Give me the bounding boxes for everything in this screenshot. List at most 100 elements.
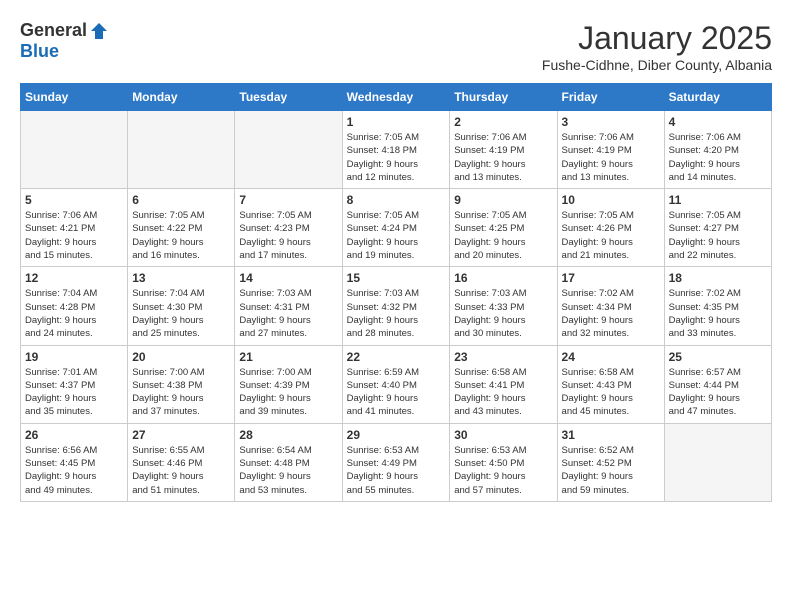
page-header: General Blue January 2025 Fushe-Cidhne, … <box>20 20 772 73</box>
day-info: Sunrise: 7:04 AM Sunset: 4:30 PM Dayligh… <box>132 287 230 340</box>
calendar-table: SundayMondayTuesdayWednesdayThursdayFrid… <box>20 83 772 502</box>
calendar-cell: 7Sunrise: 7:05 AM Sunset: 4:23 PM Daylig… <box>235 189 342 267</box>
calendar-cell: 15 Sunrise: 7:03 AM Sunset: 4:32 PM Dayli… <box>342 267 450 345</box>
day-info: Sunrise: 7:02 AM Sunset: 4:35 PM Dayligh… <box>669 287 767 340</box>
logo: General Blue <box>20 20 109 62</box>
day-info: Sunrise: 7:03 AM Sunset: 4:31 PM Dayligh… <box>239 287 337 340</box>
calendar-cell: 18Sunrise: 7:02 AM Sunset: 4:35 PM Dayli… <box>664 267 771 345</box>
day-info: Sunrise: 6:57 AM Sunset: 4:44 PM Dayligh… <box>669 366 767 419</box>
month-title: January 2025 <box>542 20 772 57</box>
day-info: Sunrise: 7:05 AM Sunset: 4:26 PM Dayligh… <box>562 209 660 262</box>
calendar-cell: 9 Sunrise: 7:05 AM Sunset: 4:25 PM Daylig… <box>450 189 557 267</box>
calendar-cell: 27 Sunrise: 6:55 AM Sunset: 4:46 PM Dayli… <box>128 423 235 501</box>
weekday-header-saturday: Saturday <box>664 84 771 111</box>
calendar-cell: 21 Sunrise: 7:00 AM Sunset: 4:39 PM Dayli… <box>235 345 342 423</box>
calendar-cell: 28 Sunrise: 6:54 AM Sunset: 4:48 PM Dayli… <box>235 423 342 501</box>
day-number: 9 <box>454 193 552 207</box>
week-row-4: 19 Sunrise: 7:01 AM Sunset: 4:37 PM Dayli… <box>21 345 772 423</box>
day-number: 31 <box>562 428 660 442</box>
day-info: Sunrise: 7:06 AM Sunset: 4:20 PM Dayligh… <box>669 131 767 184</box>
day-number: 6 <box>132 193 230 207</box>
day-number: 2 <box>454 115 552 129</box>
calendar-cell: 26 Sunrise: 6:56 AM Sunset: 4:45 PM Dayli… <box>21 423 128 501</box>
day-number: 4 <box>669 115 767 129</box>
day-info: Sunrise: 6:53 AM Sunset: 4:49 PM Dayligh… <box>347 444 446 497</box>
week-row-2: 5Sunrise: 7:06 AM Sunset: 4:21 PM Daylig… <box>21 189 772 267</box>
day-number: 16 <box>454 271 552 285</box>
calendar-cell: 24Sunrise: 6:58 AM Sunset: 4:43 PM Dayli… <box>557 345 664 423</box>
day-number: 29 <box>347 428 446 442</box>
calendar-cell: 3 Sunrise: 7:06 AM Sunset: 4:19 PM Daylig… <box>557 111 664 189</box>
day-info: Sunrise: 7:05 AM Sunset: 4:18 PM Dayligh… <box>347 131 446 184</box>
day-info: Sunrise: 7:05 AM Sunset: 4:25 PM Dayligh… <box>454 209 552 262</box>
title-area: January 2025 Fushe-Cidhne, Diber County,… <box>542 20 772 73</box>
day-info: Sunrise: 6:56 AM Sunset: 4:45 PM Dayligh… <box>25 444 123 497</box>
day-info: Sunrise: 7:06 AM Sunset: 4:21 PM Dayligh… <box>25 209 123 262</box>
day-number: 13 <box>132 271 230 285</box>
day-number: 27 <box>132 428 230 442</box>
calendar-cell <box>235 111 342 189</box>
calendar-cell: 25 Sunrise: 6:57 AM Sunset: 4:44 PM Dayli… <box>664 345 771 423</box>
day-number: 19 <box>25 350 123 364</box>
day-info: Sunrise: 7:05 AM Sunset: 4:27 PM Dayligh… <box>669 209 767 262</box>
calendar-cell: 20 Sunrise: 7:00 AM Sunset: 4:38 PM Dayli… <box>128 345 235 423</box>
day-info: Sunrise: 6:58 AM Sunset: 4:43 PM Dayligh… <box>562 366 660 419</box>
day-number: 23 <box>454 350 552 364</box>
week-row-5: 26 Sunrise: 6:56 AM Sunset: 4:45 PM Dayli… <box>21 423 772 501</box>
day-number: 17 <box>562 271 660 285</box>
calendar-cell: 12Sunrise: 7:04 AM Sunset: 4:28 PM Dayli… <box>21 267 128 345</box>
calendar-cell: 31 Sunrise: 6:52 AM Sunset: 4:52 PM Dayli… <box>557 423 664 501</box>
day-info: Sunrise: 7:04 AM Sunset: 4:28 PM Dayligh… <box>25 287 123 340</box>
day-info: Sunrise: 6:52 AM Sunset: 4:52 PM Dayligh… <box>562 444 660 497</box>
day-number: 22 <box>347 350 446 364</box>
calendar-cell: 22 Sunrise: 6:59 AM Sunset: 4:40 PM Dayli… <box>342 345 450 423</box>
location-subtitle: Fushe-Cidhne, Diber County, Albania <box>542 57 772 73</box>
calendar-cell: 17 Sunrise: 7:02 AM Sunset: 4:34 PM Dayli… <box>557 267 664 345</box>
day-info: Sunrise: 6:55 AM Sunset: 4:46 PM Dayligh… <box>132 444 230 497</box>
day-info: Sunrise: 7:02 AM Sunset: 4:34 PM Dayligh… <box>562 287 660 340</box>
weekday-header-wednesday: Wednesday <box>342 84 450 111</box>
calendar-cell: 4 Sunrise: 7:06 AM Sunset: 4:20 PM Daylig… <box>664 111 771 189</box>
calendar-cell: 30Sunrise: 6:53 AM Sunset: 4:50 PM Dayli… <box>450 423 557 501</box>
day-number: 21 <box>239 350 337 364</box>
logo-icon <box>89 21 109 41</box>
calendar-cell <box>664 423 771 501</box>
day-number: 15 <box>347 271 446 285</box>
day-info: Sunrise: 7:03 AM Sunset: 4:32 PM Dayligh… <box>347 287 446 340</box>
day-info: Sunrise: 7:06 AM Sunset: 4:19 PM Dayligh… <box>562 131 660 184</box>
weekday-header-friday: Friday <box>557 84 664 111</box>
calendar-cell: 19 Sunrise: 7:01 AM Sunset: 4:37 PM Dayli… <box>21 345 128 423</box>
day-info: Sunrise: 7:00 AM Sunset: 4:38 PM Dayligh… <box>132 366 230 419</box>
day-number: 11 <box>669 193 767 207</box>
day-number: 26 <box>25 428 123 442</box>
calendar-cell: 2Sunrise: 7:06 AM Sunset: 4:19 PM Daylig… <box>450 111 557 189</box>
day-info: Sunrise: 7:00 AM Sunset: 4:39 PM Dayligh… <box>239 366 337 419</box>
day-info: Sunrise: 6:54 AM Sunset: 4:48 PM Dayligh… <box>239 444 337 497</box>
weekday-header-thursday: Thursday <box>450 84 557 111</box>
calendar-cell: 11 Sunrise: 7:05 AM Sunset: 4:27 PM Dayli… <box>664 189 771 267</box>
day-number: 28 <box>239 428 337 442</box>
weekday-header-row: SundayMondayTuesdayWednesdayThursdayFrid… <box>21 84 772 111</box>
calendar-cell: 1Sunrise: 7:05 AM Sunset: 4:18 PM Daylig… <box>342 111 450 189</box>
weekday-header-sunday: Sunday <box>21 84 128 111</box>
calendar-cell <box>21 111 128 189</box>
day-number: 3 <box>562 115 660 129</box>
calendar-cell: 10Sunrise: 7:05 AM Sunset: 4:26 PM Dayli… <box>557 189 664 267</box>
calendar-cell: 14Sunrise: 7:03 AM Sunset: 4:31 PM Dayli… <box>235 267 342 345</box>
calendar-cell: 16 Sunrise: 7:03 AM Sunset: 4:33 PM Dayli… <box>450 267 557 345</box>
day-info: Sunrise: 6:53 AM Sunset: 4:50 PM Dayligh… <box>454 444 552 497</box>
calendar-cell: 13 Sunrise: 7:04 AM Sunset: 4:30 PM Dayli… <box>128 267 235 345</box>
day-info: Sunrise: 7:05 AM Sunset: 4:22 PM Dayligh… <box>132 209 230 262</box>
week-row-3: 12Sunrise: 7:04 AM Sunset: 4:28 PM Dayli… <box>21 267 772 345</box>
day-number: 20 <box>132 350 230 364</box>
calendar-cell: 29 Sunrise: 6:53 AM Sunset: 4:49 PM Dayli… <box>342 423 450 501</box>
day-info: Sunrise: 7:01 AM Sunset: 4:37 PM Dayligh… <box>25 366 123 419</box>
day-info: Sunrise: 7:05 AM Sunset: 4:23 PM Dayligh… <box>239 209 337 262</box>
calendar-cell: 6 Sunrise: 7:05 AM Sunset: 4:22 PM Daylig… <box>128 189 235 267</box>
calendar-cell: 5Sunrise: 7:06 AM Sunset: 4:21 PM Daylig… <box>21 189 128 267</box>
calendar-cell: 8Sunrise: 7:05 AM Sunset: 4:24 PM Daylig… <box>342 189 450 267</box>
day-info: Sunrise: 7:03 AM Sunset: 4:33 PM Dayligh… <box>454 287 552 340</box>
day-number: 25 <box>669 350 767 364</box>
week-row-1: 1Sunrise: 7:05 AM Sunset: 4:18 PM Daylig… <box>21 111 772 189</box>
day-info: Sunrise: 6:59 AM Sunset: 4:40 PM Dayligh… <box>347 366 446 419</box>
